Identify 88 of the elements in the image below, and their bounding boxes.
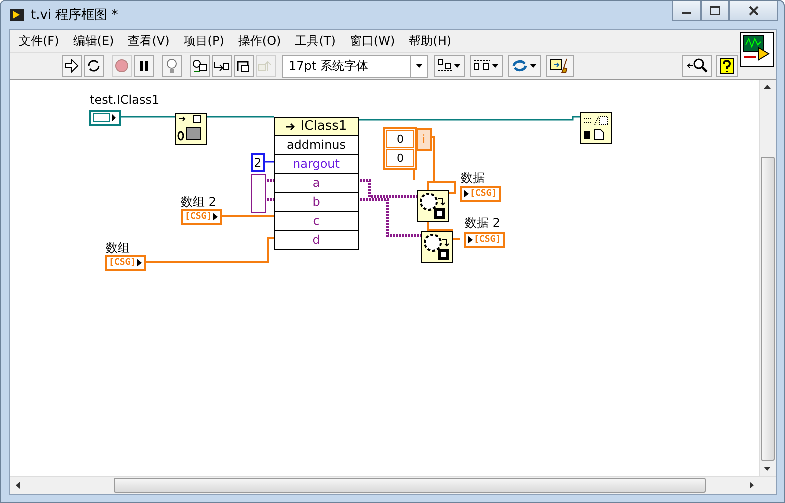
wire <box>121 116 175 118</box>
gear-node <box>417 190 449 222</box>
menu-item[interactable]: 操作(O) <box>231 32 288 50</box>
triangle-icon <box>213 213 218 221</box>
pause-button[interactable] <box>134 55 154 77</box>
index-constant: i <box>416 128 432 151</box>
close-button[interactable] <box>729 1 778 21</box>
terminal-type: [CSG] <box>470 189 498 199</box>
indicator-label: 数据 2 <box>465 215 500 232</box>
reorder-arrows-icon <box>512 59 528 73</box>
probe-icon <box>192 58 208 74</box>
light-bulb-icon <box>166 58 178 74</box>
function-node <box>580 112 612 144</box>
caret-icon <box>492 64 499 68</box>
menu-item[interactable]: 项目(P) <box>176 32 232 50</box>
terminal-type: [CSG] <box>474 235 502 245</box>
control-label: 数组 2 <box>181 194 216 211</box>
empty-array-constant <box>251 174 266 213</box>
menu-item[interactable]: 窗口(W) <box>342 32 402 50</box>
search-button[interactable] <box>682 55 712 77</box>
array-element: 0 <box>386 130 414 148</box>
parameter-row-text: d <box>312 232 322 249</box>
terminal-type: [CSG] <box>109 258 136 268</box>
indicator-label: 数据 <box>461 170 485 187</box>
wire <box>264 161 274 163</box>
terminal-type: [CSG] <box>185 212 212 222</box>
run-button[interactable] <box>62 55 82 77</box>
parameter-row: b <box>275 193 358 212</box>
parameter-row: c <box>275 212 358 231</box>
vi-app-icon <box>9 7 25 23</box>
menu-item[interactable]: 文件(F) <box>12 32 66 50</box>
class-name: IClass1 <box>300 119 348 134</box>
align-button[interactable] <box>434 55 465 77</box>
highlight-button[interactable] <box>162 55 182 77</box>
run-continuous-button[interactable] <box>84 55 104 77</box>
scroll-thumb[interactable] <box>761 157 775 461</box>
cycle-arrows-icon <box>87 59 101 73</box>
horizontal-scrollbar[interactable] <box>10 476 776 494</box>
maximize-button[interactable] <box>701 1 729 21</box>
arrow-icon <box>286 122 298 130</box>
scroll-thumb[interactable] <box>114 478 706 493</box>
numeric-constant: 2 <box>251 153 265 172</box>
reorder-button[interactable] <box>508 55 541 77</box>
help-icon <box>720 58 734 74</box>
distribute-button[interactable] <box>470 55 503 77</box>
parameter-row: nargout <box>275 155 358 174</box>
step-into-button[interactable] <box>212 55 232 77</box>
array-element: 0 <box>386 149 414 167</box>
stop-icon <box>115 59 129 73</box>
help-button[interactable] <box>716 55 738 77</box>
parameter-row: a <box>275 174 358 193</box>
function-node <box>175 113 207 145</box>
retain-button[interactable] <box>190 55 210 77</box>
wire <box>206 116 274 118</box>
font-value: 17pt 系统字体 <box>288 58 368 74</box>
menu-item[interactable]: 帮助(H) <box>402 32 459 50</box>
step-out-icon <box>258 59 274 73</box>
align-icon <box>438 59 452 73</box>
triangle-icon <box>137 259 142 267</box>
font-dropdown[interactable]: 17pt 系统字体 <box>282 54 428 78</box>
run-arrow-icon <box>65 59 79 73</box>
caret-icon <box>530 64 537 68</box>
vi-icon[interactable] <box>740 32 774 67</box>
class-constant <box>89 110 121 126</box>
cleanup-button[interactable] <box>546 55 574 77</box>
menu-item[interactable]: 工具(T) <box>288 32 343 50</box>
broom-icon <box>550 58 570 74</box>
pause-icon <box>138 60 150 72</box>
vertical-scrollbar[interactable] <box>759 80 776 476</box>
caret-icon <box>454 64 461 68</box>
control-label: 数组 <box>106 240 130 257</box>
close-icon <box>748 6 758 16</box>
menu-item[interactable]: 查看(V) <box>121 32 177 50</box>
step-over-button[interactable] <box>234 55 254 77</box>
gear-node <box>421 231 453 263</box>
step-over-icon <box>236 59 252 73</box>
minimize-button[interactable] <box>672 1 701 21</box>
step-into-icon <box>214 60 230 72</box>
maximize-icon <box>710 6 720 15</box>
triangle-icon <box>464 190 469 198</box>
caret-icon <box>416 64 422 68</box>
menu-item[interactable]: 编辑(E) <box>66 32 122 50</box>
method-name: addminus <box>275 136 358 155</box>
search-icon <box>686 58 708 74</box>
triangle-icon <box>468 236 473 244</box>
class-constant-label: test.IClass1 <box>90 93 160 107</box>
distribute-icon <box>474 59 490 73</box>
window-title: t.vi 程序框图 * <box>31 7 120 24</box>
